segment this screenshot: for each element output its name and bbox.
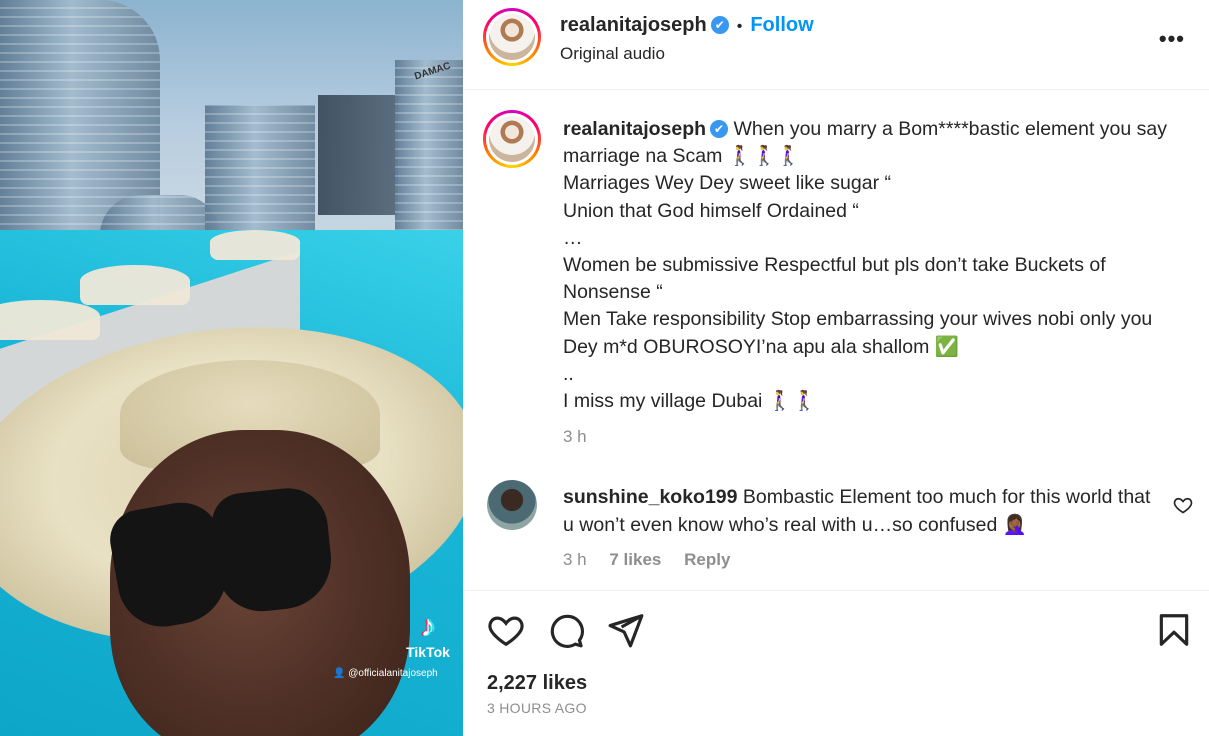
tiktok-icon: ♪ — [420, 610, 436, 643]
tiktok-label: TikTok — [406, 644, 450, 660]
post-caption: realanitajoseph ✔ When you marry a Bom***… — [563, 116, 1183, 450]
caption-line: Union that God himself Ordained “ — [563, 199, 859, 222]
post-timestamp[interactable]: 3 HOURS AGO — [487, 700, 587, 716]
post-details-panel: realanitajoseph ✔ • Follow Original audio •… — [463, 0, 1209, 736]
follow-button[interactable]: Follow — [750, 14, 813, 36]
post-video[interactable]: DAMAC ♪ TikTok 👤 @officialanitajoseph — [0, 0, 463, 736]
reply-button[interactable]: Reply — [684, 550, 730, 569]
caption-timestamp[interactable]: 3 h — [563, 423, 1183, 450]
caption-line: Men Take responsibility Stop embarrassin… — [563, 308, 1153, 358]
caption-line: Marriages Wey Dey sweet like sugar “ — [563, 172, 891, 195]
comment-timestamp[interactable]: 3 h — [563, 550, 587, 569]
separator-dot: • — [736, 18, 743, 35]
comment-likes[interactable]: 7 likes — [609, 550, 661, 569]
comment-like-icon[interactable] — [1173, 495, 1193, 515]
video-building — [318, 95, 398, 215]
comment-icon[interactable] — [547, 611, 585, 649]
like-icon[interactable] — [487, 611, 525, 649]
commenter-avatar[interactable] — [487, 480, 537, 530]
caption-line: Women be submissive Respectful but pls d… — [563, 254, 1106, 304]
action-bar — [463, 590, 1209, 660]
commenter-username[interactable]: sunshine_koko199 — [563, 486, 738, 508]
user-icon: 👤 — [333, 668, 349, 679]
tiktok-watermark: ♪ TikTok — [400, 610, 456, 661]
video-umbrella — [80, 265, 190, 305]
share-icon[interactable] — [607, 611, 645, 649]
verified-icon: ✔ — [710, 120, 729, 138]
save-icon[interactable] — [1155, 611, 1193, 649]
video-umbrella — [210, 230, 300, 260]
tiktok-username: 👤 @officialanitajoseph — [333, 668, 461, 679]
caption-line: I miss my village Dubai 🚶‍♀️🚶‍♀️ — [563, 390, 817, 413]
more-options-icon[interactable]: ••• — [1159, 26, 1185, 52]
likes-count[interactable]: 2,227 likes — [487, 672, 587, 695]
comment: sunshine_koko199 Bombastic Element too m… — [563, 484, 1153, 539]
audio-label[interactable]: Original audio — [560, 44, 665, 64]
tiktok-username-text: @officialanitajoseph — [348, 668, 438, 679]
header-username[interactable]: realanitajoseph — [560, 14, 707, 36]
video-building — [395, 60, 463, 240]
caption-line: … — [563, 226, 583, 249]
comment-meta: 3 h 7 likes Reply — [563, 550, 748, 570]
caption-avatar[interactable] — [483, 110, 541, 168]
caption-username[interactable]: realanitajoseph — [563, 118, 706, 140]
post-header: realanitajoseph ✔ • Follow Original audio •… — [463, 0, 1209, 90]
author-avatar[interactable] — [483, 8, 541, 66]
caption-line: .. — [563, 362, 574, 385]
header-user-row: realanitajoseph ✔ • Follow — [560, 14, 814, 37]
verified-icon: ✔ — [710, 16, 729, 34]
video-umbrella — [0, 300, 100, 340]
